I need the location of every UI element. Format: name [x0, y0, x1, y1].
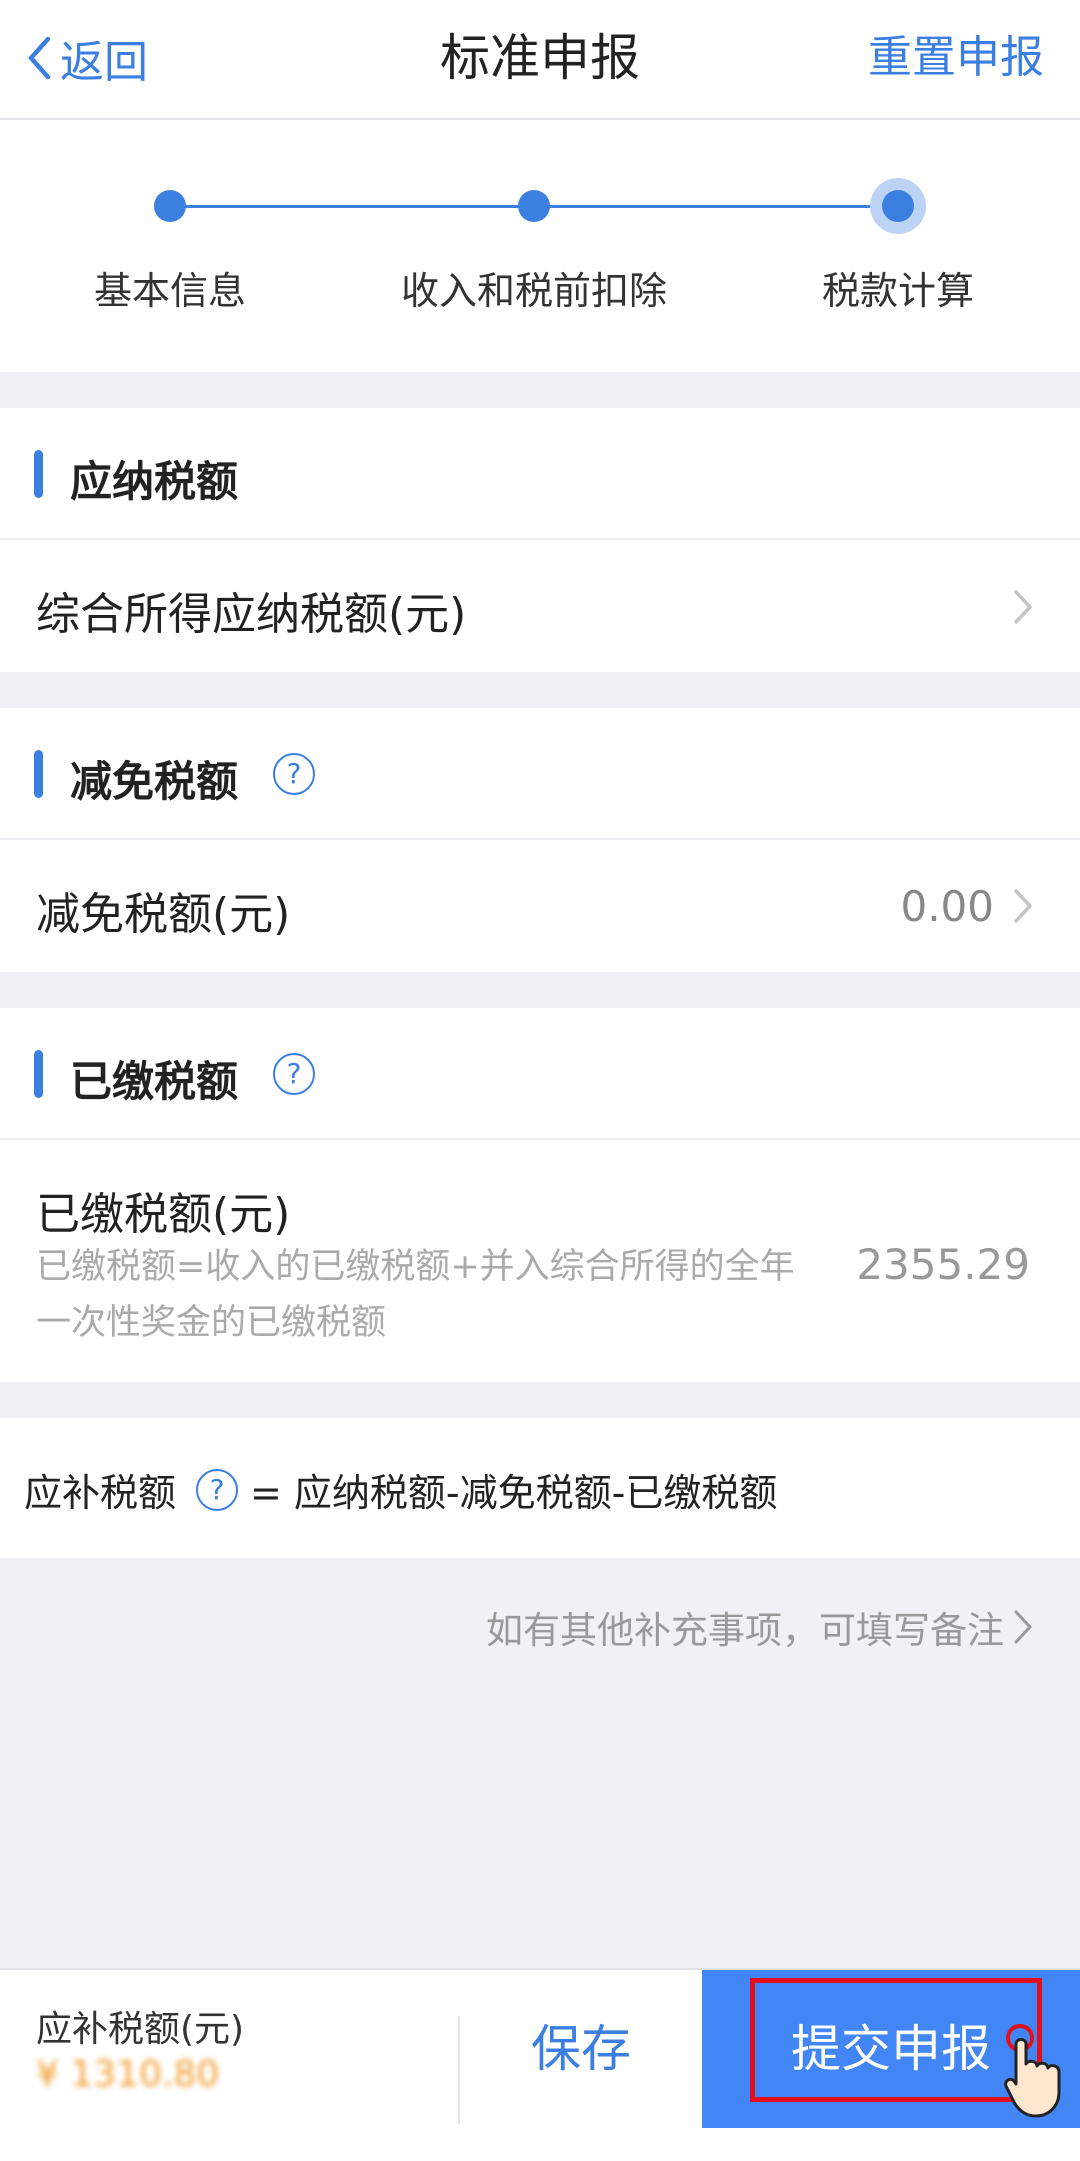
step-label-2: 收入和税前扣除 — [400, 269, 667, 313]
step-connector — [170, 205, 534, 208]
tax-relief-row-label: 减免税额(元) — [36, 889, 291, 940]
formula-row: 应补税额 ? = 应纳税额-减免税额-已缴税额 — [24, 1462, 777, 1517]
tax-paid-row-value: 2355.29 — [856, 1240, 1030, 1289]
help-icon[interactable]: ? — [196, 1468, 239, 1511]
step-dot-3 — [882, 190, 914, 222]
chevron-right-icon — [1014, 1610, 1032, 1644]
step-dot-2 — [518, 190, 550, 222]
formula-label: 应补税额 — [24, 1471, 177, 1515]
step-label-1: 基本信息 — [93, 269, 246, 313]
formula-expression: = 应纳税额-减免税额-已缴税额 — [250, 1471, 778, 1515]
chevron-right-icon — [1014, 590, 1032, 624]
help-icon[interactable]: ? — [273, 753, 315, 795]
reset-declaration-button[interactable]: 重置申报 — [868, 18, 1044, 98]
tax-relief-title: 减免税额 — [70, 757, 239, 806]
bottom-divider — [458, 2016, 460, 2124]
section-accent-bar — [34, 450, 43, 498]
amount-due-value: ¥ 1310.80 — [36, 2054, 220, 2095]
remark-link[interactable]: 如有其他补充事项，可填写备注 — [486, 1600, 1034, 1654]
chevron-right-icon — [1014, 889, 1032, 923]
step-connector — [534, 205, 898, 208]
amount-due-label: 应补税额(元) — [36, 2009, 245, 2050]
section-accent-bar — [34, 1050, 43, 1098]
tax-relief-row-value: 0.00 — [900, 882, 994, 931]
tax-payable-title: 应纳税额 — [70, 457, 239, 506]
tax-paid-row-label: 已缴税额(元) — [36, 1189, 291, 1240]
highlight-box — [750, 1978, 1042, 2102]
tax-payable-row-label: 综合所得应纳税额(元) — [36, 589, 467, 640]
tax-paid-note-line1: 已缴税额=收入的已缴税额+并入综合所得的全年 — [36, 1247, 795, 1287]
section-accent-bar — [34, 750, 43, 798]
step-dot-1 — [154, 190, 186, 222]
hand-pointer-icon — [1004, 2024, 1061, 2118]
step-indicator: 基本信息 收入和税前扣除 税款计算 — [0, 120, 1080, 372]
save-button[interactable]: 保存 — [462, 1970, 700, 2128]
tax-paid-note-line2: 一次性奖金的已缴税额 — [36, 1303, 387, 1343]
tax-paid-title: 已缴税额 — [70, 1057, 239, 1106]
step-label-3: 税款计算 — [821, 269, 974, 313]
help-icon[interactable]: ? — [273, 1053, 315, 1095]
divider — [0, 1138, 1080, 1140]
remark-link-label: 如有其他补充事项，可填写备注 — [486, 1609, 1004, 1652]
